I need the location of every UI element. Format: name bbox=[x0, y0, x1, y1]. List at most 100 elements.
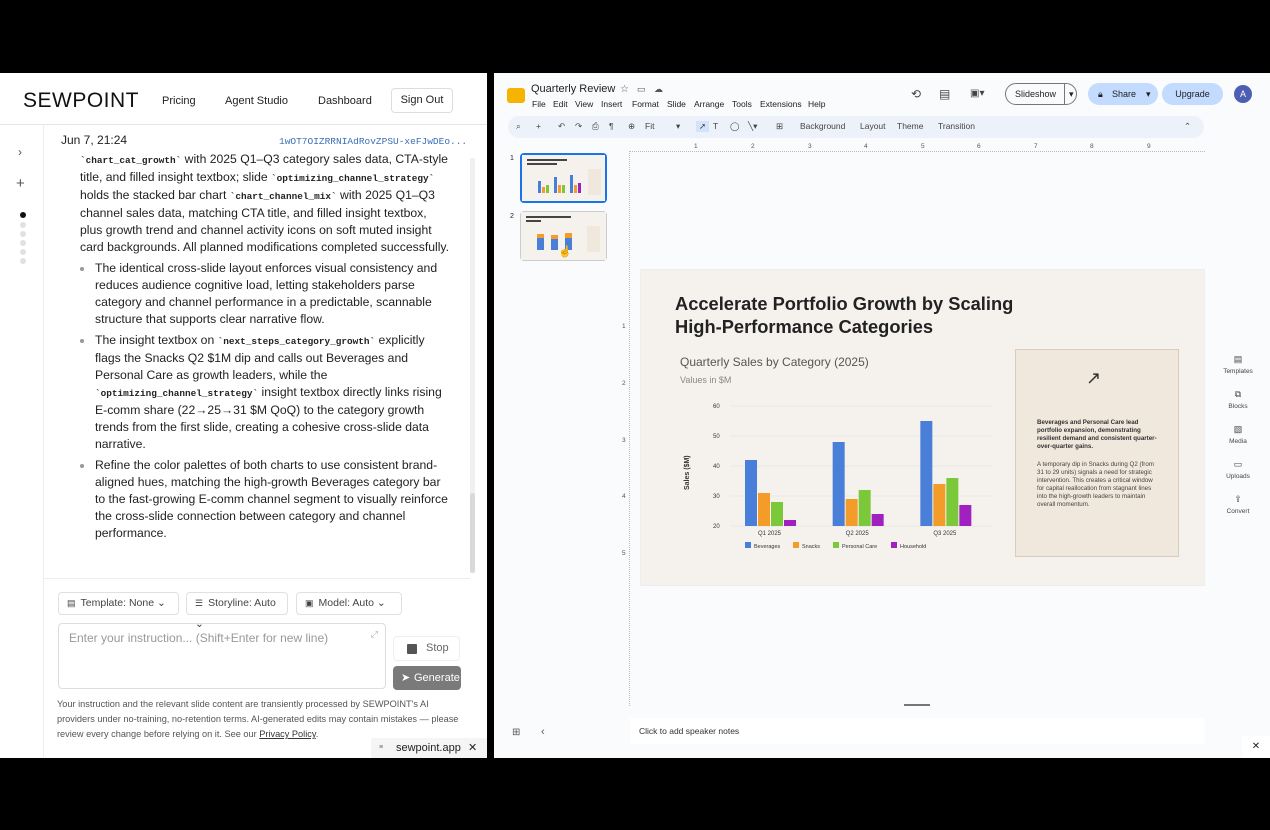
redo-icon[interactable]: ↷ bbox=[575, 121, 582, 132]
search-icon[interactable]: ⌕ bbox=[516, 121, 521, 132]
upgrade-button[interactable]: Upgrade bbox=[1162, 83, 1223, 105]
add-icon[interactable]: + bbox=[536, 121, 541, 131]
text-box-icon[interactable]: T bbox=[713, 121, 718, 131]
chevron-down-icon[interactable]: ▾ bbox=[1146, 83, 1151, 105]
templates-panel-button[interactable]: ▤ Templates bbox=[1216, 354, 1260, 375]
nav-agent-studio[interactable]: Agent Studio bbox=[225, 95, 288, 107]
menu-tools[interactable]: Tools bbox=[732, 99, 752, 109]
presentation-id-link[interactable]: 1wOT7OIZRRNIAdRovZPSU-xeFJwDEo... bbox=[279, 136, 467, 147]
storyline-dropdown[interactable]: ☰ Storyline: Auto ⌄ bbox=[186, 592, 288, 630]
menu-file[interactable]: File bbox=[532, 99, 546, 109]
insight-heading: Beverages and Personal Care lead portfol… bbox=[1037, 419, 1157, 450]
template-dropdown[interactable]: ▤ Template: None ⌄ bbox=[58, 592, 179, 615]
y-tick-label: 60 bbox=[713, 404, 720, 410]
history-dot[interactable] bbox=[20, 249, 26, 255]
paint-format-icon[interactable]: ¶ bbox=[609, 121, 614, 131]
uploads-panel-button[interactable]: ▭ Uploads bbox=[1216, 459, 1260, 480]
folder-icon[interactable]: ▭ bbox=[637, 84, 646, 95]
print-icon[interactable]: ⎙ bbox=[592, 121, 599, 132]
bar bbox=[871, 514, 884, 526]
legend-label: Snacks bbox=[802, 544, 820, 550]
zoom-icon[interactable]: ⊕ bbox=[628, 121, 635, 132]
thumbnail-preview bbox=[522, 155, 605, 201]
new-chat-plus-icon[interactable]: + bbox=[16, 175, 25, 192]
nav-pricing[interactable]: Pricing bbox=[162, 95, 196, 107]
slide-thumbnail-1[interactable] bbox=[520, 153, 607, 203]
folder-icon: ▭ bbox=[1233, 459, 1243, 469]
chart-title: Quarterly Sales by Category (2025) bbox=[680, 355, 869, 369]
meet-icon[interactable]: ▣▾ bbox=[970, 88, 984, 99]
sign-out-button[interactable]: Sign Out bbox=[391, 88, 453, 113]
undo-icon[interactable]: ↶ bbox=[558, 121, 565, 132]
comment-add-icon[interactable]: ⊞ bbox=[776, 121, 783, 132]
document-title[interactable]: Quarterly Review bbox=[531, 83, 615, 95]
side-rail: › + bbox=[0, 125, 44, 758]
generate-button[interactable]: ➤ Generate bbox=[393, 666, 461, 690]
share-button[interactable]: 🔒︎ Share ▾ bbox=[1088, 83, 1158, 105]
menu-help[interactable]: Help bbox=[808, 99, 825, 109]
line-icon[interactable]: ╲▾ bbox=[748, 121, 757, 132]
menu-view[interactable]: View bbox=[575, 99, 593, 109]
convert-panel-button[interactable]: ⇪ Convert bbox=[1216, 494, 1260, 515]
collapse-filmstrip-icon[interactable]: ‹ bbox=[541, 726, 545, 738]
background-button[interactable]: Background bbox=[800, 121, 845, 131]
menu-arrange[interactable]: Arrange bbox=[694, 99, 724, 109]
brand-logo[interactable]: SEWPOINT bbox=[23, 89, 139, 113]
site-tab[interactable]: ≡ sewpoint.app ✕ bbox=[371, 738, 487, 758]
insight-card[interactable]: ↗ Beverages and Personal Care lead portf… bbox=[1015, 349, 1179, 557]
zoom-select[interactable]: Fit bbox=[645, 121, 654, 131]
chevron-down-icon[interactable]: ▾ bbox=[676, 121, 680, 132]
theme-button[interactable]: Theme bbox=[897, 121, 923, 131]
history-dot[interactable] bbox=[20, 240, 26, 246]
blocks-panel-button[interactable]: ⧉ Blocks bbox=[1216, 389, 1260, 410]
notes-resize-handle[interactable] bbox=[904, 704, 930, 706]
comments-icon[interactable]: ▤ bbox=[939, 87, 950, 101]
collapse-toolbar-icon[interactable]: ⌃ bbox=[1184, 121, 1191, 132]
history-dot[interactable] bbox=[20, 222, 26, 228]
chat-header: Jun 7, 21:24 1wOT7OIZRRNIAdRovZPSU-xeFJw… bbox=[44, 125, 470, 155]
bar bbox=[933, 484, 946, 526]
slideshow-button[interactable]: Slideshow ▾ bbox=[1005, 83, 1077, 105]
slides-logo-icon[interactable] bbox=[507, 88, 525, 103]
media-panel-button[interactable]: ▧ Media bbox=[1216, 424, 1260, 445]
grid-view-icon[interactable]: ⊞ bbox=[512, 727, 520, 738]
chart-subtitle: Values in $M bbox=[680, 375, 731, 385]
menu-slide[interactable]: Slide bbox=[667, 99, 686, 109]
star-icon[interactable]: ☆ bbox=[620, 84, 629, 95]
history-dot-active[interactable] bbox=[20, 212, 26, 218]
model-dropdown[interactable]: ▣ Model: Auto ⌄ bbox=[296, 592, 402, 615]
history-dot[interactable] bbox=[20, 231, 26, 237]
slide-title[interactable]: Accelerate Portfolio Growth by Scaling H… bbox=[675, 292, 1055, 338]
privacy-policy-link[interactable]: Privacy Policy bbox=[259, 729, 316, 739]
history-dot[interactable] bbox=[20, 258, 26, 264]
chat-scroll-thumb[interactable] bbox=[470, 493, 475, 573]
bar bbox=[959, 505, 972, 526]
ruler-mark: 2 bbox=[622, 380, 626, 387]
category-bar-chart[interactable]: Quarterly Sales by Category (2025) Values… bbox=[675, 355, 1035, 565]
close-icon[interactable]: ✕ bbox=[1242, 736, 1270, 758]
instruction-input[interactable]: Enter your instruction... (Shift+Enter f… bbox=[58, 623, 386, 689]
legend-swatch bbox=[891, 542, 897, 548]
select-cursor-icon[interactable]: ➚ bbox=[696, 121, 710, 132]
stop-button[interactable]: Stop bbox=[393, 636, 460, 661]
divider bbox=[44, 578, 470, 579]
speaker-notes[interactable]: Click to add speaker notes bbox=[630, 718, 1205, 744]
blocks-icon: ⧉ bbox=[1234, 389, 1242, 399]
menu-edit[interactable]: Edit bbox=[553, 99, 568, 109]
menu-insert[interactable]: Insert bbox=[601, 99, 622, 109]
menu-format[interactable]: Format bbox=[632, 99, 659, 109]
shape-icon[interactable]: ◯ bbox=[730, 121, 740, 132]
expand-chevron-icon[interactable]: › bbox=[18, 145, 22, 159]
slide-canvas[interactable]: Accelerate Portfolio Growth by Scaling H… bbox=[640, 269, 1205, 586]
transition-button[interactable]: Transition bbox=[938, 121, 975, 131]
menu-extensions[interactable]: Extensions bbox=[760, 99, 802, 109]
layout-button[interactable]: Layout bbox=[860, 121, 886, 131]
x-tick-label: Q2 2025 bbox=[846, 531, 870, 537]
close-tab-icon[interactable]: ✕ bbox=[468, 738, 477, 758]
cloud-icon[interactable]: ☁ bbox=[654, 84, 663, 95]
history-icon[interactable]: ⟲ bbox=[911, 87, 921, 101]
expand-icon[interactable]: ⤢ bbox=[371, 629, 378, 640]
nav-dashboard[interactable]: Dashboard bbox=[318, 95, 372, 107]
mouse-cursor-icon: ☝ bbox=[558, 246, 572, 258]
chevron-down-icon[interactable]: ▾ bbox=[1064, 84, 1074, 104]
